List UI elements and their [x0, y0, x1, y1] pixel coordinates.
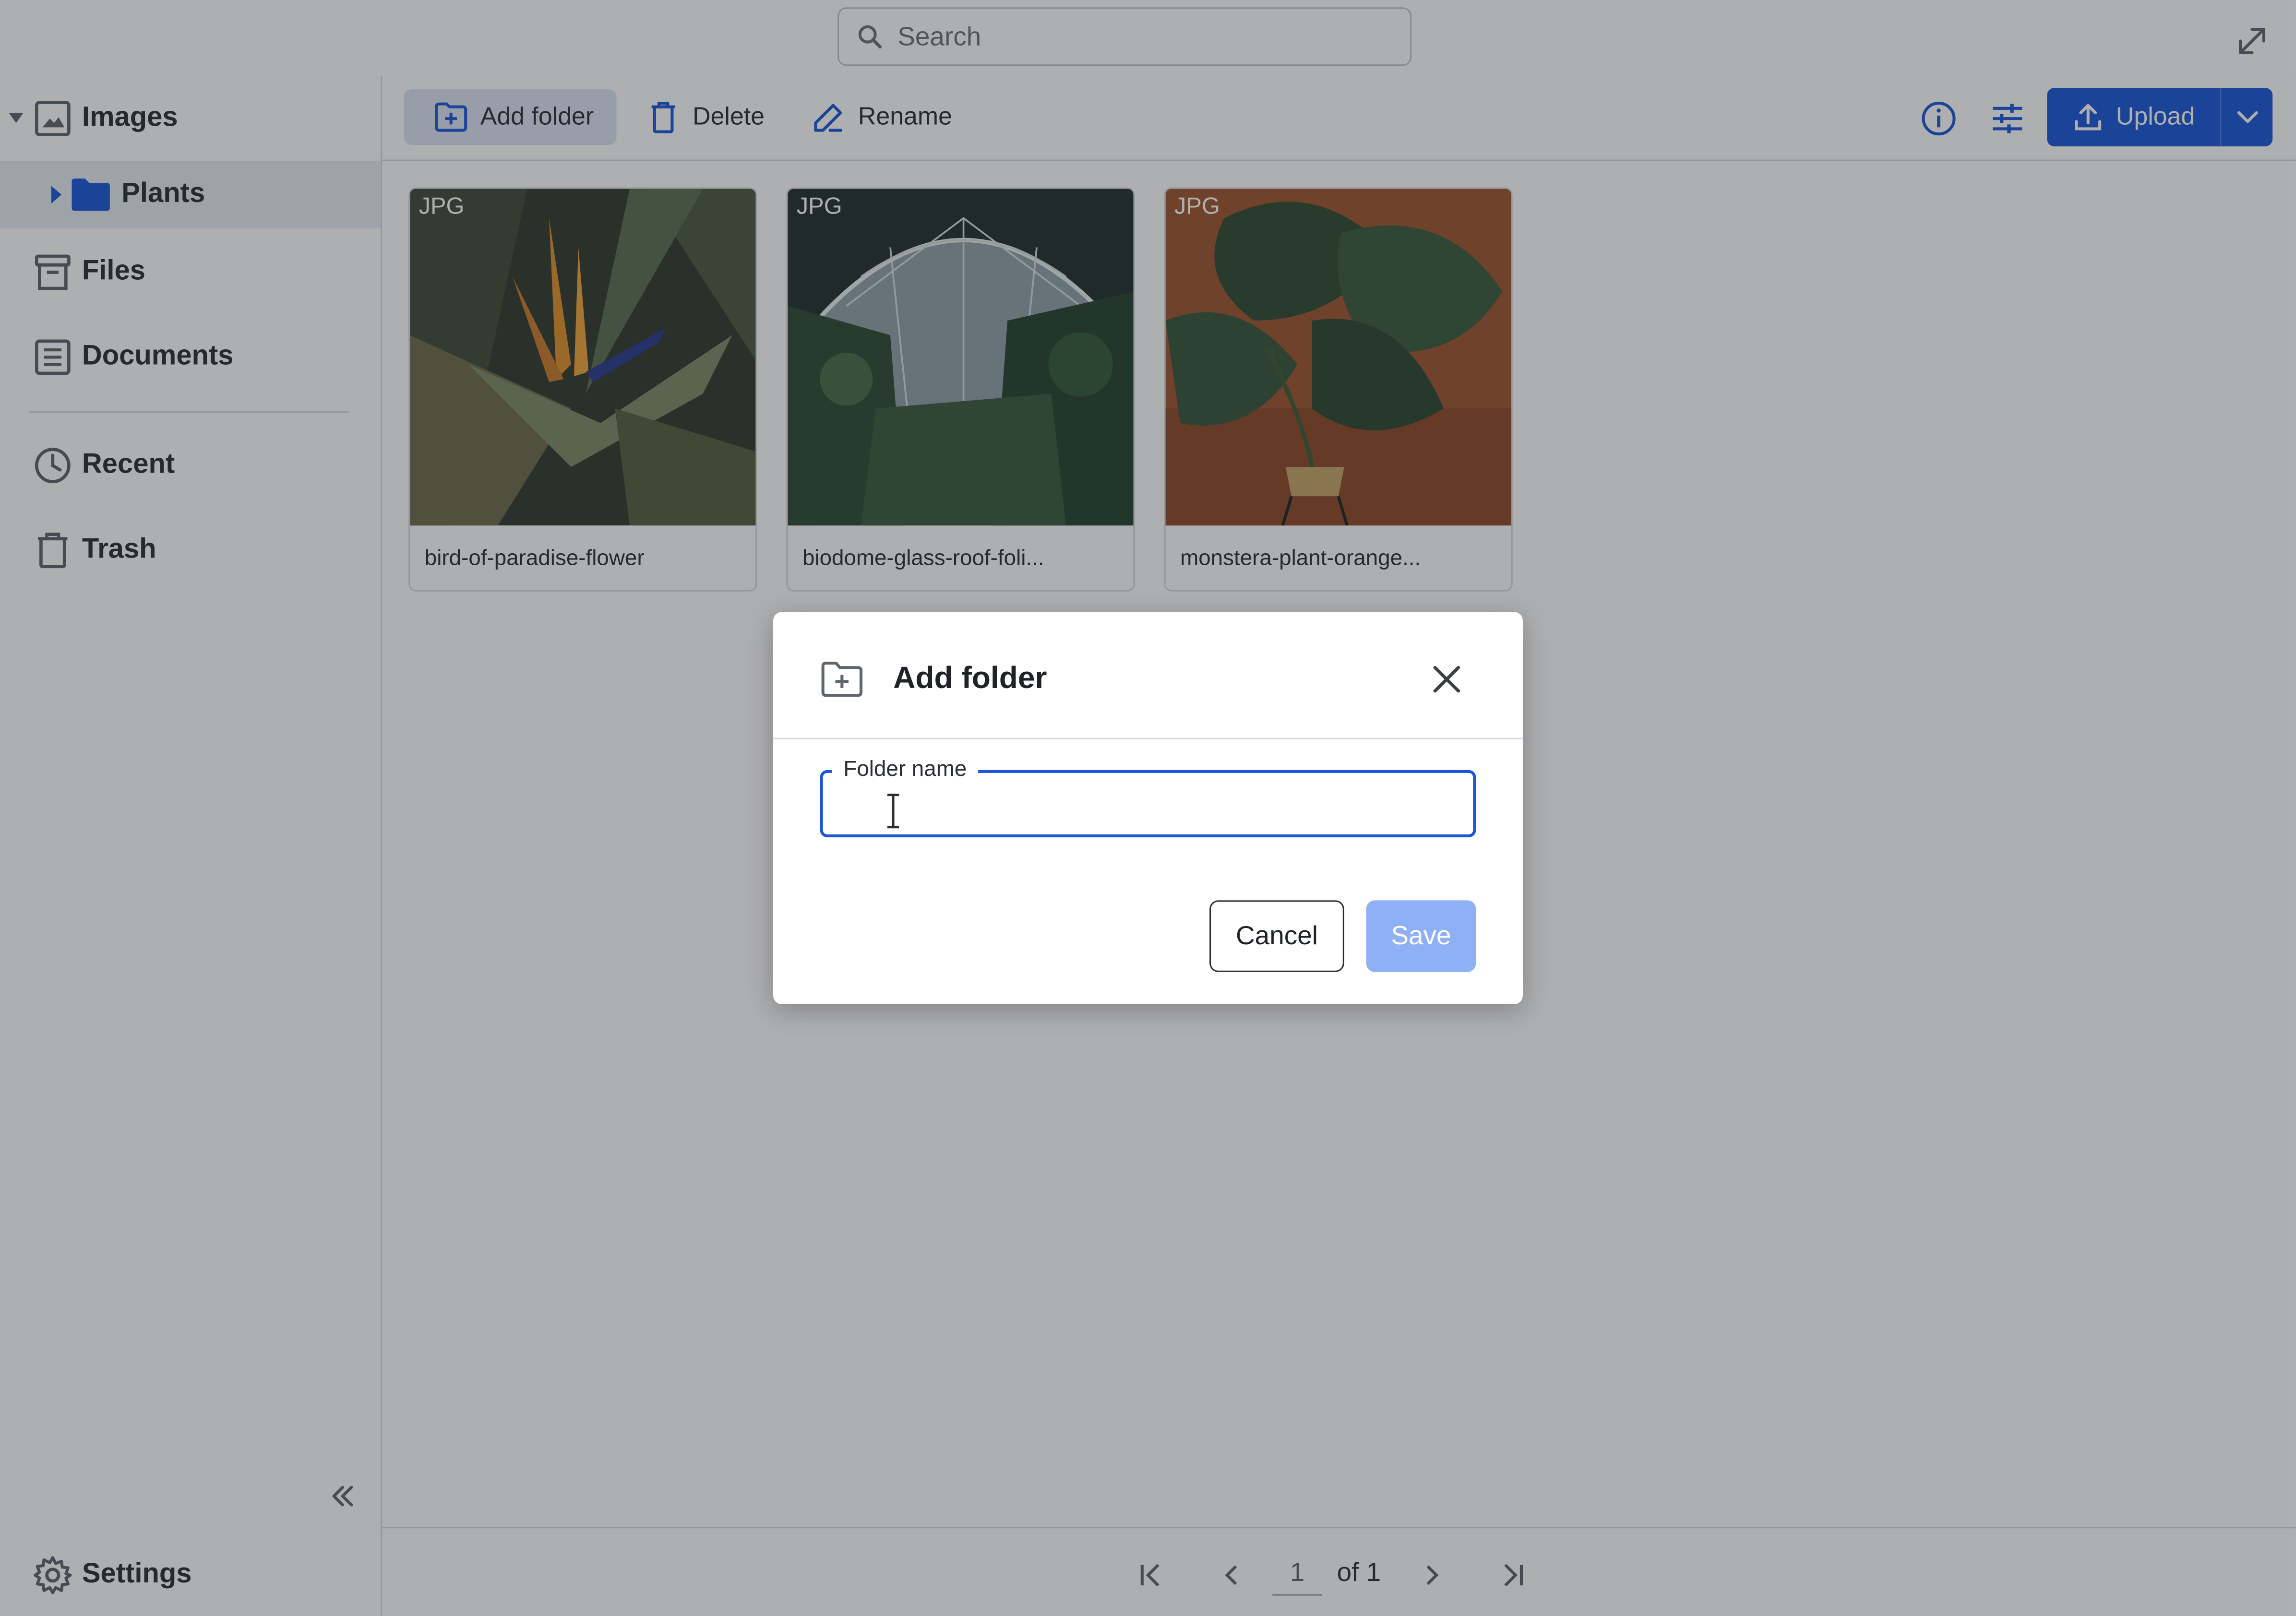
dialog-header: Add folder [773, 612, 1523, 739]
cancel-button[interactable]: Cancel [1209, 900, 1344, 972]
close-icon[interactable] [1426, 659, 1467, 700]
app-window: Images Plants Files [0, 0, 2296, 1616]
add-folder-dialog: Add folder Folder name Cancel Save [773, 612, 1523, 1004]
folder-name-input[interactable] [843, 784, 1450, 826]
text-cursor-icon [887, 794, 899, 829]
dialog-title: Add folder [893, 662, 1047, 696]
add-folder-icon [821, 662, 863, 697]
save-button[interactable]: Save [1366, 900, 1476, 972]
folder-name-label: Folder name [831, 757, 979, 782]
